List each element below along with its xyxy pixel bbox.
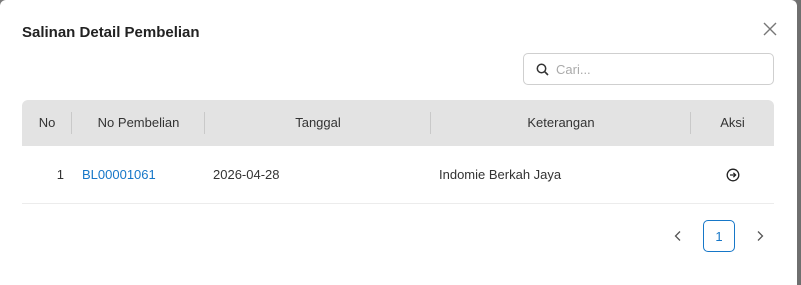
page-button-current[interactable]: 1 <box>703 220 735 252</box>
open-detail-button[interactable] <box>725 167 741 183</box>
arrow-right-circle-icon <box>726 168 739 181</box>
prev-page-button[interactable] <box>665 220 691 252</box>
chevron-right-icon <box>757 231 764 241</box>
cell-aksi <box>691 167 774 183</box>
cell-no: 1 <box>56 167 64 182</box>
purchase-detail-modal: Salinan Detail Pembelian No No Pembelian… <box>0 0 797 285</box>
cell-tanggal: 2026-04-28 <box>213 167 280 182</box>
modal-title: Salinan Detail Pembelian <box>22 24 200 41</box>
table-header: No No Pembelian Tanggal Keterangan Aksi <box>22 100 774 146</box>
close-icon <box>763 22 777 36</box>
column-header-keterangan: Keterangan <box>431 100 691 146</box>
search-box <box>523 53 774 85</box>
column-header-tanggal: Tanggal <box>205 100 431 146</box>
purchase-number-link[interactable]: BL00001061 <box>82 167 156 182</box>
column-header-no-pembelian: No Pembelian <box>72 100 205 146</box>
cell-no-pembelian: BL00001061 <box>72 167 205 182</box>
column-header-aksi: Aksi <box>720 115 745 130</box>
chevron-left-icon <box>674 231 681 241</box>
cell-keterangan: Indomie Berkah Jaya <box>439 167 562 182</box>
pagination: 1 <box>665 220 773 252</box>
next-page-button[interactable] <box>747 220 773 252</box>
table-row: 1 BL00001061 2026-04-28 Indomie Berkah J… <box>22 146 774 204</box>
search-icon <box>534 61 550 77</box>
column-header-no: No <box>22 100 72 146</box>
purchase-table: No No Pembelian Tanggal Keterangan Aksi … <box>22 100 774 204</box>
search-input[interactable] <box>556 55 773 83</box>
close-button[interactable] <box>760 19 780 39</box>
